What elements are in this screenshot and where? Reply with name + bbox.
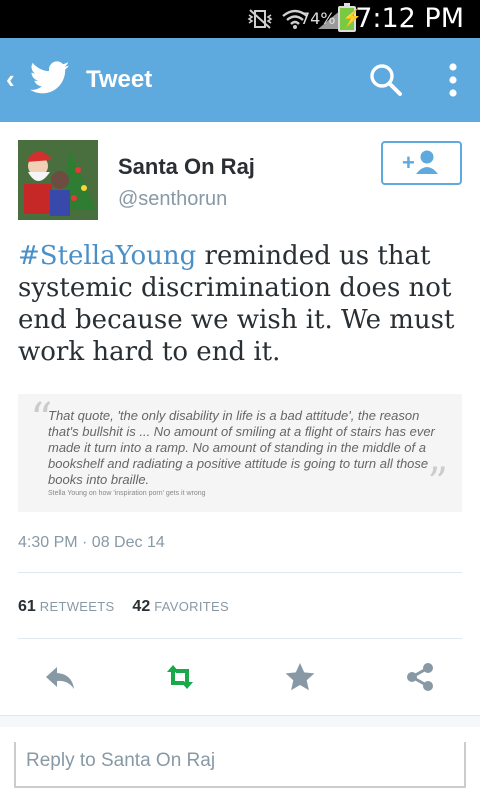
favorites-count: 42 bbox=[132, 598, 151, 615]
tweet-stats: 61 RETWEETS 42 FAVORITES bbox=[18, 598, 229, 616]
reply-separator bbox=[0, 715, 480, 727]
quote-text: That quote, 'the only disability in life… bbox=[48, 408, 435, 487]
overflow-menu-icon[interactable] bbox=[438, 60, 468, 100]
vibrate-mute-icon bbox=[247, 9, 273, 29]
retweet-icon[interactable] bbox=[163, 660, 197, 694]
share-icon[interactable] bbox=[403, 660, 437, 694]
battery-charging-icon: ⚡ bbox=[338, 3, 362, 32]
add-user-icon: + bbox=[402, 150, 438, 175]
svg-text:+: + bbox=[402, 150, 415, 175]
tweet-timestamp: 4:30 PM · 08 Dec 14 bbox=[18, 534, 165, 551]
clock: 7:12 PM bbox=[355, 3, 464, 34]
app-bar: ‹ Tweet bbox=[0, 38, 480, 122]
tweet-detail: Santa On Raj @senthorun + #StellaYoung r… bbox=[0, 122, 480, 800]
reply-box[interactable] bbox=[14, 742, 466, 788]
page-title: Tweet bbox=[86, 66, 153, 93]
status-bar: 74% ⚡ 7:12 PM bbox=[0, 0, 480, 38]
action-bar bbox=[0, 654, 480, 698]
follow-button[interactable]: + bbox=[381, 141, 462, 185]
reply-input[interactable] bbox=[26, 750, 446, 772]
avatar[interactable] bbox=[18, 140, 98, 220]
tweet-text: #StellaYoung reminded us that systemic d… bbox=[18, 240, 468, 368]
favorites-stat[interactable]: 42 FAVORITES bbox=[132, 598, 229, 615]
search-icon[interactable] bbox=[368, 62, 404, 98]
avatar-image bbox=[18, 140, 98, 220]
battery-percent: 74% bbox=[300, 9, 336, 28]
chevron-left-icon: ‹ bbox=[6, 64, 15, 94]
attached-image[interactable]: “ That quote, 'the only disability in li… bbox=[18, 394, 462, 512]
retweets-stat[interactable]: 61 RETWEETS bbox=[18, 598, 114, 615]
back-button[interactable]: ‹ bbox=[6, 66, 15, 92]
reply-icon[interactable] bbox=[43, 660, 77, 694]
author-name[interactable]: Santa On Raj bbox=[118, 154, 255, 180]
retweets-count: 61 bbox=[18, 598, 36, 615]
favorites-label: FAVORITES bbox=[154, 599, 229, 614]
hashtag-link[interactable]: #StellaYoung bbox=[18, 241, 196, 271]
retweets-label: RETWEETS bbox=[39, 599, 115, 614]
quote-source: Stella Young on how 'inspiration porn' g… bbox=[48, 490, 206, 497]
star-icon[interactable] bbox=[283, 660, 317, 694]
author-handle[interactable]: @senthorun bbox=[118, 188, 227, 211]
twitter-bird-icon[interactable] bbox=[30, 60, 70, 96]
quote-close-icon: ” bbox=[427, 460, 448, 506]
divider bbox=[18, 638, 462, 639]
divider bbox=[18, 572, 462, 573]
